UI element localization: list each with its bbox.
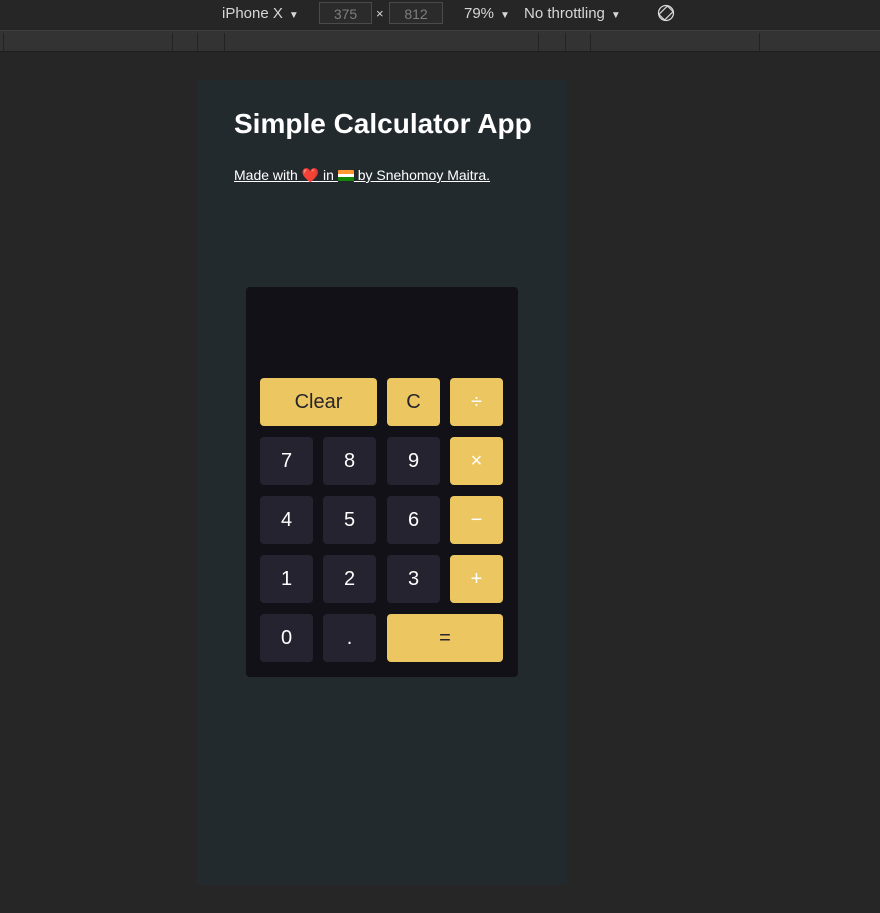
clear-button[interactable]: Clear [260, 378, 377, 426]
height-input[interactable]: 812 [389, 2, 443, 24]
chevron-down-icon: ▼ [610, 10, 621, 21]
multiply-button[interactable]: × [450, 437, 503, 485]
throttling-select[interactable]: No throttling ▼ [524, 4, 621, 24]
digit-8-button[interactable]: 8 [323, 437, 376, 485]
zoom-select[interactable]: 79% ▼ [464, 4, 510, 24]
width-input[interactable]: 375 [319, 2, 372, 24]
devtools-device-toolbar: iPhone X ▼ 375 × 812 79% ▼ No throttling ▼ [0, 0, 880, 28]
digit-7-button[interactable]: 7 [260, 437, 313, 485]
device-select[interactable]: iPhone X ▼ [222, 4, 299, 24]
digit-2-button[interactable]: 2 [323, 555, 376, 603]
digit-5-button[interactable]: 5 [323, 496, 376, 544]
ruler-tick [197, 33, 198, 51]
rotate-device-icon[interactable] [657, 4, 675, 22]
zoom-label: 79% [464, 5, 495, 22]
page-title: Simple Calculator App [234, 108, 532, 139]
ruler-tick [759, 33, 760, 51]
media-query-ruler[interactable] [0, 30, 880, 52]
device-viewport: Simple Calculator App Made with ❤️ in by… [0, 52, 880, 913]
app-page: Simple Calculator App Made with ❤️ in by… [197, 80, 567, 885]
calculator: Clear C ÷ 7 8 9 × 4 5 6 − 1 2 3 + 0 . = [246, 287, 518, 677]
digit-1-button[interactable]: 1 [260, 555, 313, 603]
divide-button[interactable]: ÷ [450, 378, 503, 426]
digit-9-button[interactable]: 9 [387, 437, 440, 485]
add-button[interactable]: + [450, 555, 503, 603]
device-label: iPhone X [222, 5, 283, 22]
ruler-tick [172, 33, 173, 51]
credit-prefix: Made with [234, 167, 302, 183]
dimension-separator: × [376, 6, 384, 21]
heart-icon: ❤️ [301, 167, 320, 183]
ruler-tick [538, 33, 539, 51]
delete-button[interactable]: C [387, 378, 440, 426]
ruler-tick [224, 33, 225, 51]
chevron-down-icon: ▼ [288, 10, 299, 21]
ruler-tick [590, 33, 591, 51]
credit-in: in [319, 167, 338, 183]
credit-suffix: by Snehomoy Maitra. [353, 167, 490, 183]
decimal-button[interactable]: . [323, 614, 376, 662]
india-flag-icon [337, 170, 354, 181]
digit-6-button[interactable]: 6 [387, 496, 440, 544]
ruler-tick [565, 33, 566, 51]
chevron-down-icon: ▼ [500, 10, 510, 21]
digit-4-button[interactable]: 4 [260, 496, 313, 544]
calculator-display [260, 297, 504, 369]
subtract-button[interactable]: − [450, 496, 503, 544]
digit-3-button[interactable]: 3 [387, 555, 440, 603]
throttling-label: No throttling [524, 5, 605, 22]
ruler-tick [3, 33, 4, 51]
credit-link[interactable]: Made with ❤️ in by Snehomoy Maitra. [234, 167, 490, 184]
equals-button[interactable]: = [387, 614, 503, 662]
digit-0-button[interactable]: 0 [260, 614, 313, 662]
